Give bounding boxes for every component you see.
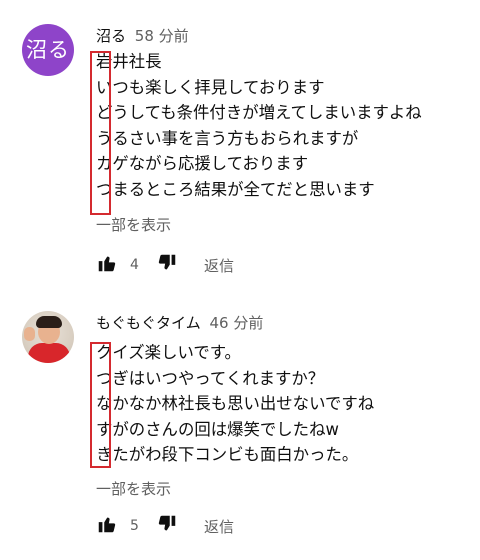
comment-actions: 4 返信 [96,254,234,276]
thumbs-up-icon[interactable] [96,513,118,539]
comment-line: いつも楽しく拝見しております [96,77,325,97]
comment-line: きたがわ段下コンビも面白かった。 [96,445,359,464]
comment-line: すがのさんの回は爆笑でしたねw [96,419,339,439]
author-name[interactable]: もぐもぐタイム [96,314,201,332]
avatar[interactable]: 沼る [22,24,74,76]
comment-line: なかなか林社長も思い出せないですね [96,394,375,413]
thumbs-down-icon[interactable] [156,252,178,278]
comment-line: うるさい事を言う方もおられますが [96,128,359,148]
comment-text: クイズ楽しいです。 つぎはいつやってくれますか？ なかなか林社長も思い出せないで… [96,340,374,468]
comment-line: クイズ楽しいです。 [96,343,241,362]
comment-line: カゲながら応援しております [96,154,309,173]
comment-line: つまるところ結果が全てだと思います [96,179,375,199]
thumbs-down-icon[interactable] [156,513,178,539]
show-less-link[interactable]: 一部を表示 [96,215,171,235]
comment-header: もぐもぐタイム 46 分前 [96,313,263,333]
like-count: 4 [130,257,139,273]
comment-actions: 5 返信 [96,515,234,537]
timestamp[interactable]: 58 分前 [135,27,189,45]
avatar[interactable] [22,311,74,363]
comment-line: つぎはいつやってくれますか？ [96,368,325,388]
timestamp[interactable]: 46 分前 [209,314,263,332]
reply-button[interactable]: 返信 [204,255,234,276]
show-less-link[interactable]: 一部を表示 [96,479,171,499]
acrostic-highlight-box [90,342,111,468]
like-count: 5 [130,518,139,534]
comment-line: どうしても条件付きが増えてしまいますよね [96,103,422,122]
thumbs-up-icon[interactable] [96,252,118,278]
comment-line: 岩井社長 [96,52,162,71]
author-name[interactable]: 沼る [96,27,126,45]
comment-text: 岩井社長 いつも楽しく拝見しております どうしても条件付きが増えてしまいますよね… [96,49,422,202]
acrostic-highlight-box [90,51,111,215]
reply-button[interactable]: 返信 [204,516,234,537]
comment-header: 沼る 58 分前 [96,26,189,46]
